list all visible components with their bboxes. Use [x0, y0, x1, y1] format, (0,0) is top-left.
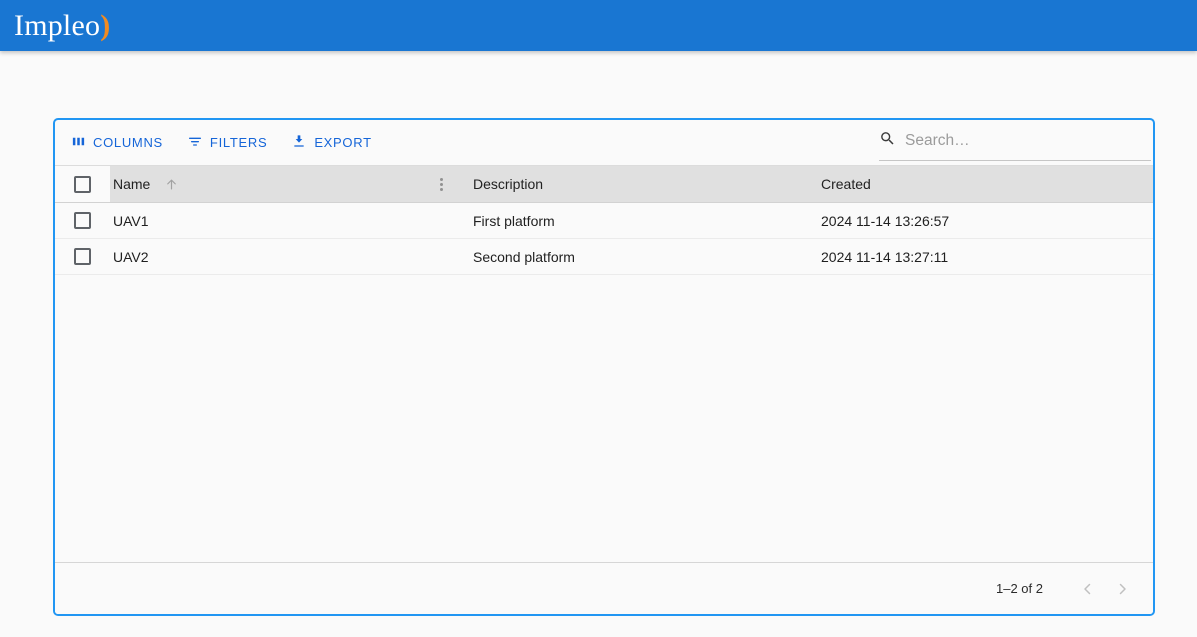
- column-header-name[interactable]: Name: [110, 176, 465, 192]
- filters-button[interactable]: Filters: [181, 129, 273, 156]
- export-button[interactable]: Export: [285, 129, 377, 156]
- columns-icon: [71, 134, 86, 152]
- columns-button-label: Columns: [93, 135, 163, 150]
- export-icon: [291, 133, 307, 152]
- cell-name: UAV2: [113, 248, 149, 265]
- brand-name: Impleo: [14, 8, 101, 42]
- table-row[interactable]: UAV2 Second platform 2024 11-14 13:27:11: [55, 239, 1153, 275]
- grid-footer: 1–2 of 2: [55, 562, 1153, 614]
- row-checkbox-cell[interactable]: [55, 212, 110, 229]
- column-header-created[interactable]: Created: [815, 176, 1153, 192]
- cell-description: First platform: [473, 212, 555, 229]
- grid-body: UAV1 First platform 2024 11-14 13:26:57 …: [55, 203, 1153, 577]
- search-field[interactable]: [879, 123, 1151, 161]
- row-select-checkbox[interactable]: [74, 248, 91, 265]
- column-header-description[interactable]: Description: [465, 176, 815, 192]
- row-checkbox-cell[interactable]: [55, 248, 110, 265]
- grid-toolbar: Columns Filters Export: [55, 120, 1153, 165]
- table-row[interactable]: UAV1 First platform 2024 11-14 13:26:57: [55, 203, 1153, 239]
- column-header-name-label: Name: [113, 176, 151, 192]
- pagination-previous-button[interactable]: [1071, 572, 1105, 606]
- pagination-next-button[interactable]: [1105, 572, 1139, 606]
- brand-logo[interactable]: Impleo): [14, 8, 111, 42]
- export-button-label: Export: [314, 135, 372, 150]
- cell-name: UAV1: [113, 212, 149, 229]
- column-menu-button[interactable]: [440, 177, 443, 191]
- sort-ascending-icon[interactable]: [164, 177, 179, 192]
- search-input[interactable]: [905, 131, 1125, 150]
- action-toolbar: Add Edit Delete: [0, 51, 1197, 160]
- filter-icon: [187, 133, 203, 152]
- cell-created: 2024 11-14 13:27:11: [821, 248, 949, 265]
- filters-button-label: Filters: [209, 135, 268, 150]
- select-all-checkbox[interactable]: [74, 175, 91, 193]
- cell-description: Second platform: [473, 248, 575, 265]
- grid-header-row: Name Description Created: [55, 165, 1153, 203]
- data-grid-card: Columns Filters Export: [53, 118, 1155, 616]
- row-select-checkbox[interactable]: [74, 212, 91, 229]
- cell-created: 2024 11-14 13:26:57: [821, 212, 950, 229]
- brand-mark: ): [100, 8, 111, 42]
- select-all-checkbox-cell[interactable]: [55, 166, 110, 202]
- search-icon: [879, 130, 896, 152]
- pagination-label: 1–2 of 2: [996, 581, 1043, 596]
- columns-button[interactable]: Columns: [65, 130, 169, 156]
- app-header-bar: Impleo): [0, 0, 1197, 51]
